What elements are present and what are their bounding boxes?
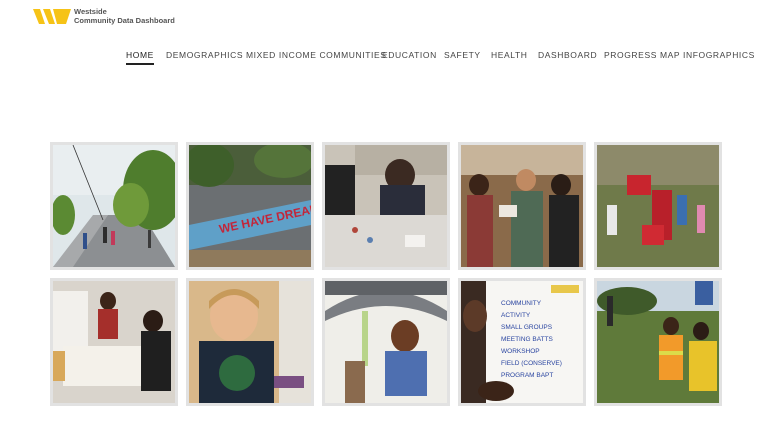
- meeting-photo: [461, 145, 583, 267]
- flipchart-line: COMMUNITY: [501, 300, 542, 307]
- gallery-photo-workshop[interactable]: [50, 278, 178, 406]
- gallery-photo-child[interactable]: [186, 278, 314, 406]
- flipchart-photo: COMMUNITY ACTIVITY SMALL GROUPS MEETING …: [461, 281, 583, 403]
- mural-photo: WE HAVE DREAMS: [189, 145, 311, 267]
- street-photo: [53, 145, 175, 267]
- gallery-photo-mural[interactable]: WE HAVE DREAMS: [186, 142, 314, 270]
- volunteers-photo: [597, 281, 719, 403]
- gallery-photo-street[interactable]: [50, 142, 178, 270]
- workshop-photo: [53, 281, 175, 403]
- photo-gallery: WE HAVE DREAMS COMMUNITY ACTIVITY SMALL …: [0, 0, 768, 431]
- gallery-photo-crafting[interactable]: [322, 142, 450, 270]
- gallery-photo-blocks[interactable]: [594, 142, 722, 270]
- gallery-photo-umbrella[interactable]: [322, 278, 450, 406]
- umbrella-photo: [325, 281, 447, 403]
- child-photo: [189, 281, 311, 403]
- crafting-photo: [325, 145, 447, 267]
- blocks-photo: [597, 145, 719, 267]
- flipchart-line: WORKSHOP: [501, 348, 540, 355]
- gallery-photo-volunteers[interactable]: [594, 278, 722, 406]
- flipchart-line: FIELD (CONSERVE): [501, 360, 562, 367]
- flipchart-line: MEETING BATTS: [501, 336, 554, 343]
- gallery-photo-meeting[interactable]: [458, 142, 586, 270]
- flipchart-line: ACTIVITY: [501, 312, 531, 319]
- gallery-photo-flipchart[interactable]: COMMUNITY ACTIVITY SMALL GROUPS MEETING …: [458, 278, 586, 406]
- flipchart-line: SMALL GROUPS: [501, 324, 553, 331]
- flipchart-line: PROGRAM BAPT: [501, 372, 553, 379]
